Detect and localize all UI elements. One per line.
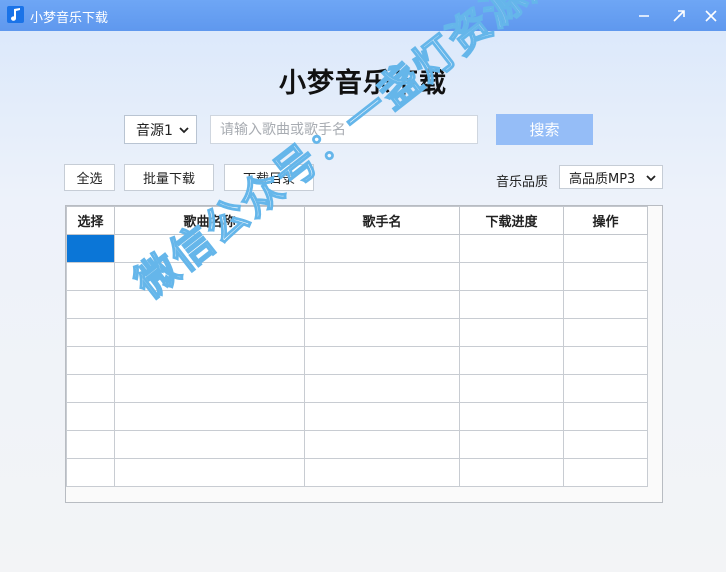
table-cell[interactable]: [563, 262, 648, 291]
table-row[interactable]: [66, 346, 648, 375]
select-all-button[interactable]: 全选: [64, 164, 115, 191]
table-cell[interactable]: [304, 290, 460, 319]
table-cell[interactable]: [114, 234, 305, 263]
table-cell[interactable]: [114, 402, 305, 431]
table-cell[interactable]: [66, 262, 115, 291]
source-select[interactable]: 音源1: [124, 115, 197, 144]
page-title: 小梦音乐下载: [279, 68, 447, 99]
table-cell[interactable]: [459, 430, 564, 459]
quality-select-value: 高品质MP3: [569, 171, 636, 187]
song-table[interactable]: 选择 歌曲名称 歌手名 下载进度 操作: [65, 205, 663, 503]
table-row[interactable]: [66, 402, 648, 431]
table-row[interactable]: [66, 262, 648, 291]
table-cell[interactable]: [459, 402, 564, 431]
table-cell[interactable]: [66, 458, 115, 487]
table-row[interactable]: [66, 318, 648, 347]
table-cell[interactable]: [304, 318, 460, 347]
minimize-icon: [639, 14, 649, 17]
title-bar[interactable]: 小梦音乐下载: [0, 0, 726, 31]
table-cell[interactable]: [114, 290, 305, 319]
table-cell[interactable]: [563, 234, 648, 263]
batch-download-button[interactable]: 批量下载: [124, 164, 214, 191]
column-header-progress[interactable]: 下载进度: [459, 206, 564, 235]
table-row[interactable]: [66, 458, 648, 487]
table-cell[interactable]: [114, 374, 305, 403]
close-button[interactable]: [694, 0, 726, 31]
table-cell[interactable]: [66, 374, 115, 403]
table-cell[interactable]: [563, 374, 648, 403]
download-directory-button[interactable]: 下载目录: [224, 164, 314, 191]
maximize-icon: [673, 9, 685, 22]
window-title: 小梦音乐下载: [30, 11, 109, 26]
search-button[interactable]: 搜索: [496, 114, 593, 145]
table-cell[interactable]: [459, 458, 564, 487]
chevron-down-icon: [179, 127, 189, 134]
table-cell[interactable]: [304, 346, 460, 375]
minimize-button[interactable]: [627, 0, 661, 31]
table-cell[interactable]: [563, 318, 648, 347]
table-row[interactable]: [66, 290, 648, 319]
table-header-row: 选择 歌曲名称 歌手名 下载进度 操作: [66, 206, 648, 235]
table-cell[interactable]: [304, 374, 460, 403]
table-row[interactable]: [66, 234, 648, 263]
table-cell[interactable]: [114, 458, 305, 487]
music-note-icon: [7, 6, 24, 23]
quality-select[interactable]: 高品质MP3: [559, 165, 663, 189]
table-cell[interactable]: [66, 290, 115, 319]
table-cell[interactable]: [66, 234, 115, 263]
table-row[interactable]: [66, 430, 648, 459]
table-cell[interactable]: [114, 262, 305, 291]
table-cell[interactable]: [114, 346, 305, 375]
quality-label: 音乐品质: [496, 175, 549, 190]
table-cell[interactable]: [304, 262, 460, 291]
table-cell[interactable]: [459, 262, 564, 291]
source-select-value: 音源1: [136, 122, 173, 139]
table-cell[interactable]: [66, 318, 115, 347]
table-row[interactable]: [66, 374, 648, 403]
table-cell[interactable]: [459, 374, 564, 403]
maximize-button[interactable]: [662, 0, 696, 31]
column-header-singer[interactable]: 歌手名: [304, 206, 460, 235]
table-cell[interactable]: [66, 402, 115, 431]
table-cell[interactable]: [459, 346, 564, 375]
table-cell[interactable]: [66, 346, 115, 375]
close-icon: [705, 9, 717, 22]
table-cell[interactable]: [304, 458, 460, 487]
search-input[interactable]: [210, 115, 478, 144]
table-cell[interactable]: [114, 318, 305, 347]
table-cell[interactable]: [304, 402, 460, 431]
column-header-action[interactable]: 操作: [563, 206, 648, 235]
table-cell[interactable]: [459, 318, 564, 347]
chevron-down-icon: [646, 175, 656, 182]
table-cell[interactable]: [459, 290, 564, 319]
column-header-song-name[interactable]: 歌曲名称: [114, 206, 305, 235]
table-cell[interactable]: [304, 430, 460, 459]
table-cell[interactable]: [563, 430, 648, 459]
table-cell[interactable]: [563, 402, 648, 431]
table-cell[interactable]: [563, 290, 648, 319]
table-cell[interactable]: [304, 234, 460, 263]
table-cell[interactable]: [66, 430, 115, 459]
table-cell[interactable]: [563, 346, 648, 375]
table-cell[interactable]: [459, 234, 564, 263]
table-cell[interactable]: [114, 430, 305, 459]
column-header-select[interactable]: 选择: [66, 206, 115, 235]
table-cell[interactable]: [563, 458, 648, 487]
